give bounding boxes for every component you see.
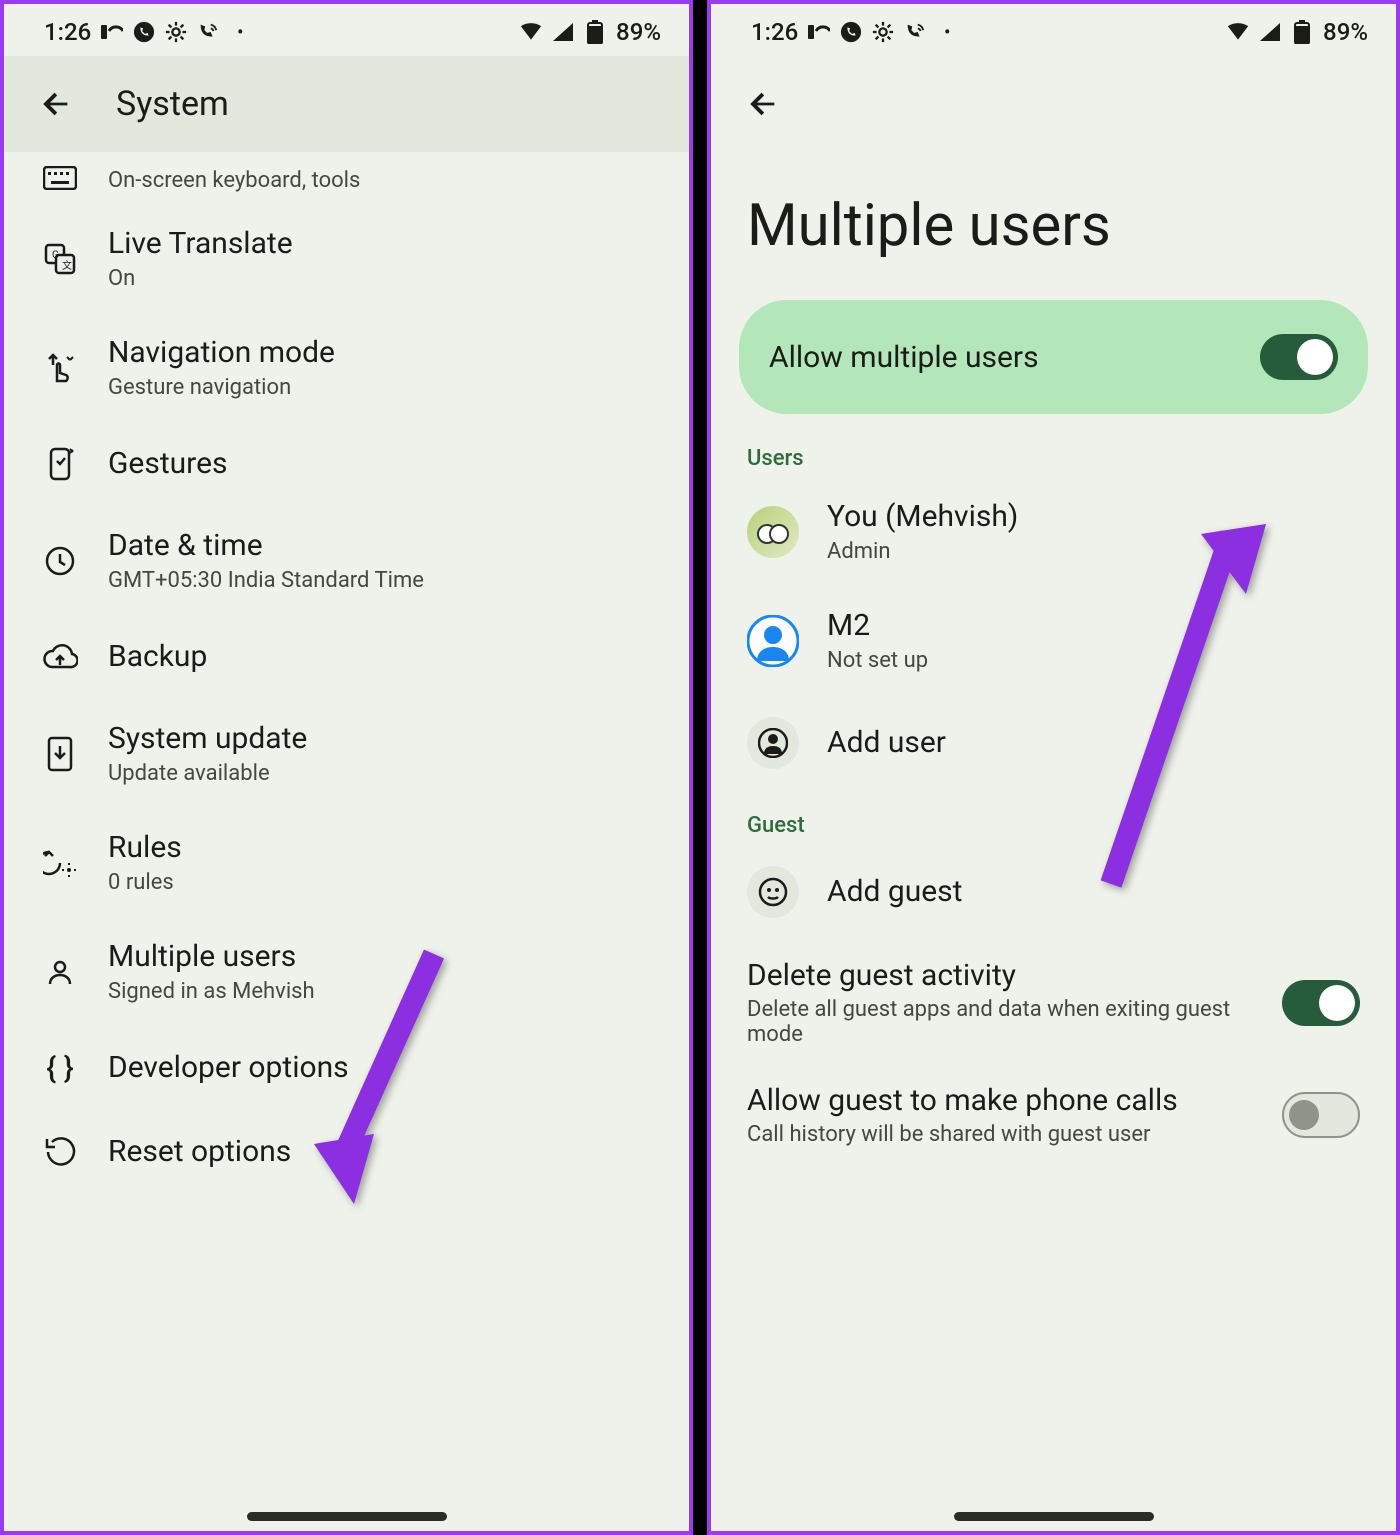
phone-icon bbox=[840, 21, 862, 43]
screenshots-divider bbox=[693, 0, 707, 1535]
clock-icon bbox=[40, 541, 80, 581]
avatar-you bbox=[747, 506, 799, 558]
row-date-time[interactable]: Date & time GMT+05:30 India Standard Tim… bbox=[4, 506, 689, 615]
row-reset-options[interactable]: Reset options bbox=[4, 1110, 689, 1194]
notif-icon-1 bbox=[808, 21, 830, 43]
dot-icon: • bbox=[936, 21, 958, 43]
braces-icon: { } bbox=[40, 1048, 80, 1088]
cloud-upload-icon bbox=[40, 637, 80, 677]
row-sub: On-screen keyboard, tools bbox=[108, 168, 653, 193]
app-bar bbox=[711, 56, 1396, 128]
delete-guest-activity-row[interactable]: Delete guest activity Delete all guest a… bbox=[711, 940, 1396, 1065]
signal-icon bbox=[1259, 21, 1281, 43]
phone-left-system-settings: 1:26 • 89% System Keyboard On-screen key… bbox=[0, 0, 693, 1535]
row-backup[interactable]: Backup bbox=[4, 615, 689, 699]
row-rules[interactable]: Rules 0 rules bbox=[4, 808, 689, 917]
notif-icon-1 bbox=[101, 21, 123, 43]
section-header-users: Users bbox=[711, 424, 1396, 477]
system-update-icon bbox=[40, 734, 80, 774]
gear-icon bbox=[165, 21, 187, 43]
wifi-icon bbox=[520, 21, 542, 43]
page-title: System bbox=[116, 84, 229, 124]
avatar-m2 bbox=[747, 615, 799, 667]
allow-guest-calls-switch[interactable] bbox=[1282, 1092, 1360, 1138]
add-user-icon bbox=[747, 717, 799, 769]
row-live-translate[interactable]: G文 Live Translate On bbox=[4, 204, 689, 313]
row-system-update[interactable]: System update Update available bbox=[4, 699, 689, 808]
swipe-icon bbox=[40, 348, 80, 388]
delete-guest-switch[interactable] bbox=[1282, 980, 1360, 1026]
phone-wifi-icon bbox=[197, 21, 219, 43]
signal-icon bbox=[552, 21, 574, 43]
nav-bar-pill[interactable] bbox=[247, 1512, 447, 1521]
row-developer-options[interactable]: { } Developer options bbox=[4, 1026, 689, 1110]
page-title: Multiple users bbox=[711, 128, 1396, 300]
svg-text:G: G bbox=[52, 250, 59, 261]
row-navigation-mode[interactable]: Navigation mode Gesture navigation bbox=[4, 313, 689, 422]
person-icon bbox=[40, 952, 80, 992]
toggle-label: Allow multiple users bbox=[769, 340, 1039, 375]
phone-right-multiple-users: 1:26 • 89% Multiple users Allow multiple… bbox=[707, 0, 1400, 1535]
phone-wifi-icon bbox=[904, 21, 926, 43]
user-row-m2[interactable]: M2 Not set up bbox=[711, 586, 1396, 695]
clock: 1:26 bbox=[751, 18, 798, 46]
battery-pct: 89% bbox=[616, 18, 661, 46]
keyboard-icon bbox=[40, 158, 80, 198]
guest-icon bbox=[747, 866, 799, 918]
gear-icon bbox=[872, 21, 894, 43]
row-keyboard[interactable]: Keyboard On-screen keyboard, tools bbox=[4, 152, 689, 204]
back-button[interactable] bbox=[739, 80, 787, 128]
dot-icon: • bbox=[229, 21, 251, 43]
system-settings-list: Keyboard On-screen keyboard, tools G文 Li… bbox=[4, 152, 689, 1234]
row-multiple-users[interactable]: Multiple users Signed in as Mehvish bbox=[4, 917, 689, 1026]
nav-bar-pill[interactable] bbox=[954, 1512, 1154, 1521]
phone-icon bbox=[133, 21, 155, 43]
reset-icon bbox=[40, 1132, 80, 1172]
section-header-guest: Guest bbox=[711, 791, 1396, 844]
add-guest-row[interactable]: Add guest bbox=[711, 844, 1396, 940]
app-bar: System bbox=[4, 56, 689, 152]
allow-guest-calls-row[interactable]: Allow guest to make phone calls Call his… bbox=[711, 1065, 1396, 1165]
wifi-icon bbox=[1227, 21, 1249, 43]
user-row-you[interactable]: You (Mehvish) Admin bbox=[711, 477, 1396, 586]
allow-multiple-users-switch[interactable] bbox=[1260, 334, 1338, 380]
status-bar: 1:26 • 89% bbox=[711, 4, 1396, 56]
translate-icon: G文 bbox=[40, 239, 80, 279]
row-gestures[interactable]: Gestures bbox=[4, 422, 689, 506]
battery-icon bbox=[584, 21, 606, 43]
svg-text:文: 文 bbox=[62, 259, 72, 272]
gestures-icon bbox=[40, 444, 80, 484]
battery-icon bbox=[1291, 21, 1313, 43]
add-user-row[interactable]: Add user bbox=[711, 695, 1396, 791]
back-button[interactable] bbox=[32, 80, 80, 128]
status-bar: 1:26 • 89% bbox=[4, 4, 689, 56]
allow-multiple-users-toggle-card[interactable]: Allow multiple users bbox=[739, 300, 1368, 414]
battery-pct: 89% bbox=[1323, 18, 1368, 46]
rules-icon bbox=[40, 843, 80, 883]
clock: 1:26 bbox=[44, 18, 91, 46]
